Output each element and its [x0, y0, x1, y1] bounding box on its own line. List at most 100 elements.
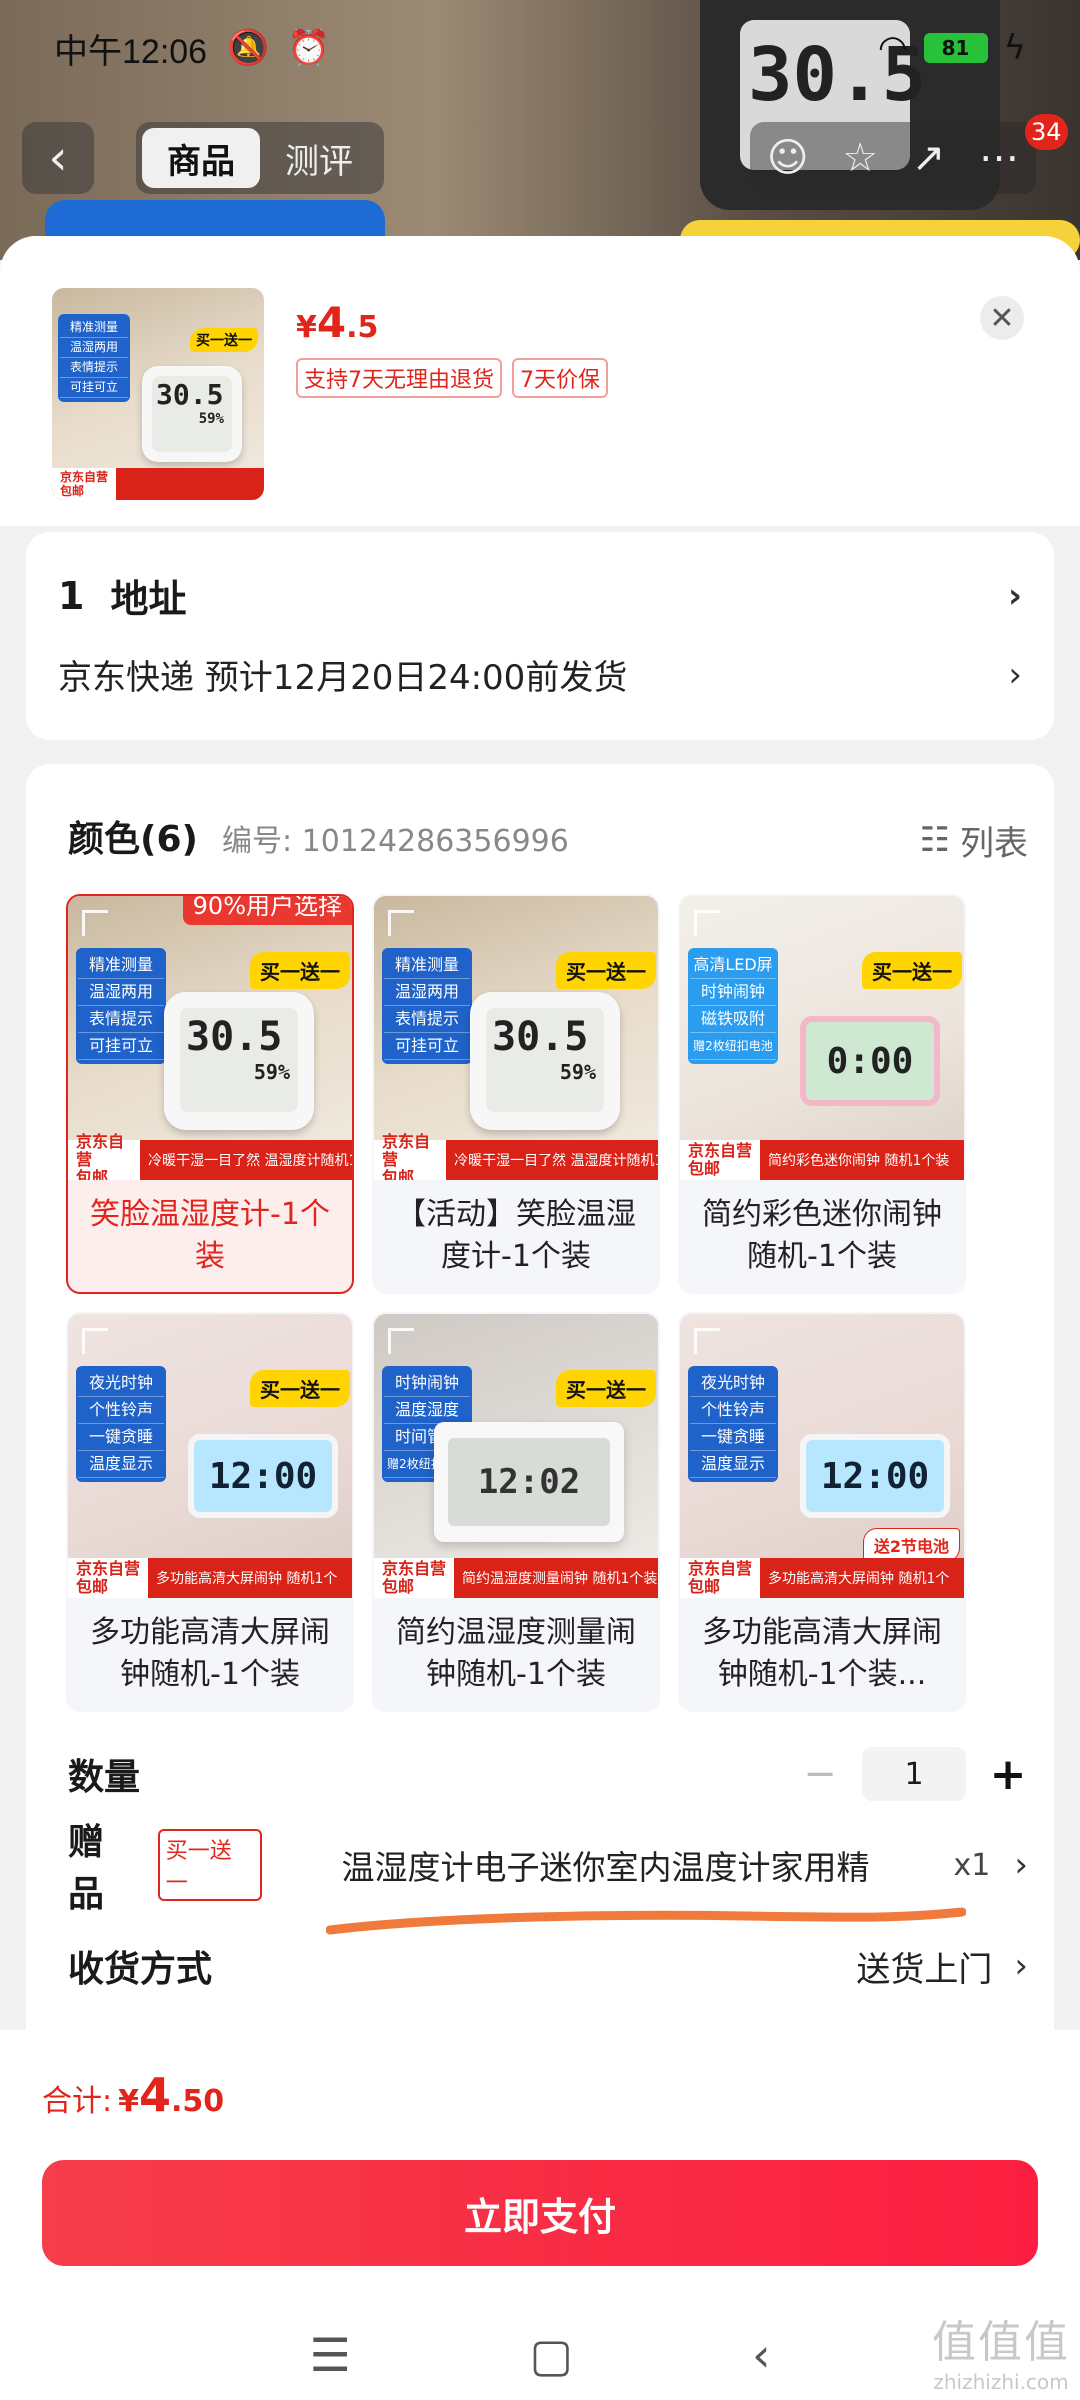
decrement-button[interactable]: −: [800, 1751, 840, 1797]
address-card[interactable]: 1 地址 › 京东快递 预计12月20日24:00前发货 ›: [26, 532, 1054, 740]
smiley-icon[interactable]: ☺: [767, 135, 809, 181]
thumb-free-ship: 包邮: [60, 484, 85, 498]
feature-box: 夜光时钟 个性铃声 一键贪睡 温度显示: [76, 1366, 166, 1482]
delivery-value: 送货上门: [856, 1949, 993, 1990]
promo-strip: 京东自营 包邮 简约温湿度测量闹钟 随机1个装: [374, 1558, 658, 1598]
thumb-device: 30.5 59%: [142, 366, 242, 462]
back-button[interactable]: ‹: [22, 122, 94, 194]
hygrometer-device: 30.5 59%: [164, 992, 314, 1130]
alarm-clock-device: 12:00: [188, 1434, 338, 1518]
wifi-icon: ◠: [877, 28, 908, 68]
address-row[interactable]: 1 地址 ›: [58, 568, 1022, 623]
address-number: 1: [58, 573, 85, 618]
address-title: 地址: [110, 577, 187, 621]
feature-box: 精准测量 温湿两用 表情提示 可挂可立: [382, 948, 472, 1064]
tab-product[interactable]: 商品: [142, 128, 260, 188]
sku-number: 编号: 10124286356996: [221, 824, 569, 859]
list-view-button[interactable]: ☷ 列表: [920, 816, 1028, 865]
total-price: 合计: ¥4.50: [42, 2068, 225, 2122]
promo-strip: 京东自营 包邮 简约彩色迷你闹钟 随机1个装: [680, 1140, 964, 1180]
alarm-icon: ⏰: [287, 28, 330, 68]
mute-bell-icon: 🔕: [227, 28, 270, 68]
status-time: 中午12:06: [54, 32, 208, 71]
delivery-label: 收货方式: [68, 1949, 213, 1990]
option-image: 时钟闹钟 温度湿度 时间管家 赠2枚纽扣电池 买一送一 12:02 京东自营 包邮…: [374, 1314, 658, 1598]
expand-icon[interactable]: [82, 1328, 108, 1354]
expand-icon[interactable]: [694, 910, 720, 936]
close-icon: ✕: [989, 300, 1015, 336]
option-label: 【活动】笑脸温湿度计-1个装: [396, 1197, 636, 1274]
shipping-row[interactable]: 京东快递 预计12月20日24:00前发货 ›: [58, 650, 1022, 699]
color-option[interactable]: 夜光时钟 个性铃声 一键贪睡 温度显示 买一送一 12:00 京东自营 包邮 多功…: [66, 1312, 354, 1712]
checkout-footer: 合计: ¥4.50 立即支付 ☰ ▢ ‹ 值值值 zhizhizhi.com: [0, 2030, 1080, 2400]
gift-promo-tag: 买一送一: [157, 1829, 262, 1901]
battery-promo-badge: 送2节电池: [862, 1528, 960, 1562]
list-icon: ☷: [919, 820, 950, 860]
home-icon[interactable]: ▢: [530, 2328, 573, 2382]
star-icon[interactable]: ☆: [842, 135, 878, 181]
quantity-input[interactable]: 1: [862, 1747, 966, 1801]
gift-quantity: x1: [953, 1847, 991, 1883]
battery-icon: 81: [923, 33, 988, 63]
promo-strip: 京东自营 包邮 多功能高清大屏闹钟 随机1个: [68, 1558, 352, 1598]
color-option[interactable]: 时钟闹钟 温度湿度 时间管家 赠2枚纽扣电池 买一送一 12:02 京东自营 包邮…: [372, 1312, 660, 1712]
promo-strip: 京东自营 包邮 多功能高清大屏闹钟 随机1个: [680, 1558, 964, 1598]
feature-box: 精准测量 温湿两用 表情提示 可挂可立: [76, 948, 166, 1064]
alarm-clock-device: 12:00: [800, 1434, 950, 1518]
increment-button[interactable]: +: [988, 1749, 1028, 1800]
chevron-right-icon: ›: [1014, 1845, 1028, 1885]
option-label: 多功能高清大屏闹钟随机-1个装...: [702, 1615, 942, 1692]
quantity-label: 数量: [68, 1757, 141, 1798]
menu-icon[interactable]: ☰: [309, 2328, 350, 2382]
pay-now-button[interactable]: 立即支付: [42, 2160, 1038, 2266]
gift-label: 赠品: [68, 1822, 105, 1915]
message-badge: 34: [1025, 114, 1068, 150]
total-label: 合计:: [42, 2084, 113, 2119]
chevron-right-icon: ›: [1014, 1946, 1028, 1986]
desk-clock-device: 12:02: [434, 1422, 624, 1542]
expand-icon[interactable]: [388, 910, 414, 936]
action-group: ☺ ☆ ↗ ⋯: [750, 122, 1036, 194]
top-nav: ‹ 商品 测评 ☺ ☆ ↗ ⋯ 34: [0, 110, 1080, 200]
option-image: 高清LED屏 时钟闹钟 磁铁吸附 赠2枚纽扣电池 买一送一 0:00 京东自营包…: [680, 896, 964, 1180]
more-icon[interactable]: ⋯: [979, 135, 1019, 181]
service-tags: 支持7天无理由退货 7天价保: [296, 358, 608, 398]
quantity-stepper: − 1 +: [800, 1747, 1028, 1801]
promo-badge: 买一送一: [250, 952, 350, 989]
option-label: 笑脸温湿度计-1个装: [90, 1197, 330, 1274]
promo-badge: 买一送一: [556, 952, 656, 989]
chevron-left-icon: ‹: [48, 130, 68, 186]
thumb-humidity: 59%: [198, 411, 224, 427]
tab-reviews[interactable]: 测评: [260, 128, 378, 188]
close-button[interactable]: ✕: [980, 296, 1024, 340]
share-icon[interactable]: ↗: [912, 135, 946, 181]
product-thumbnail[interactable]: 精准测量 温湿两用 表情提示 可挂可立 买一送一 30.5 59% 京东自营 包…: [52, 288, 264, 500]
watermark: 值值值 zhizhizhi.com: [932, 2317, 1070, 2394]
promo-strip: 京东自营包邮 冷暖干湿一目了然 温湿度计随机1个装: [68, 1133, 352, 1180]
product-header: 精准测量 温湿两用 表情提示 可挂可立 买一送一 30.5 59% 京东自营 包…: [0, 236, 1080, 526]
popular-badge: 90%用户选择: [182, 896, 352, 925]
delivery-method-row[interactable]: 收货方式 送货上门 ›: [68, 1936, 1028, 1996]
expand-icon[interactable]: [388, 1328, 414, 1354]
option-label: 简约彩色迷你闹钟随机-1个装: [702, 1197, 942, 1274]
option-image: 夜光时钟 个性铃声 一键贪睡 温度显示 买一送一 12:00 京东自营 包邮 多功…: [68, 1314, 352, 1598]
back-icon[interactable]: ‹: [752, 2328, 770, 2382]
color-label: 颜色(6): [68, 819, 198, 860]
promo-strip: 京东自营包邮 冷暖干湿一目了然 温湿度计随机1个装: [374, 1133, 658, 1180]
gift-name: 温湿度计电子迷你室内温度计家用精: [341, 1848, 870, 1887]
expand-icon[interactable]: [694, 1328, 720, 1354]
product-price: ¥4.5: [296, 298, 379, 347]
sku-sheet: 精准测量 温湿两用 表情提示 可挂可立 买一送一 30.5 59% 京东自营 包…: [0, 236, 1080, 2054]
return-policy-tag: 支持7天无理由退货: [296, 358, 502, 398]
color-option[interactable]: 高清LED屏 时钟闹钟 磁铁吸附 赠2枚纽扣电池 买一送一 0:00 京东自营包…: [678, 894, 966, 1294]
gift-row[interactable]: 赠品 买一送一 温湿度计电子迷你室内温度计家用精 x1 ›: [68, 1822, 1028, 1915]
promo-badge: 买一送一: [862, 952, 962, 989]
color-option[interactable]: 夜光时钟 个性铃声 一键贪睡 温度显示 12:00 送2节电池 京东自营 包邮 多…: [678, 1312, 966, 1712]
expand-icon[interactable]: [82, 910, 108, 936]
hygrometer-device: 30.5 59%: [470, 992, 620, 1130]
color-option[interactable]: 90%用户选择 精准测量 温湿两用 表情提示 可挂可立 买一送一 30.5 59%…: [66, 894, 354, 1294]
status-bar: 中午12:06 🔕 ⏰ ◠ 81 ϟ: [0, 0, 1080, 96]
color-option[interactable]: 精准测量 温湿两用 表情提示 可挂可立 买一送一 30.5 59% 京东自营 包邮 …: [372, 894, 660, 1294]
thumb-lcd-value: 30.5: [156, 378, 224, 411]
thumb-promo-badge: 买一送一: [190, 328, 258, 352]
